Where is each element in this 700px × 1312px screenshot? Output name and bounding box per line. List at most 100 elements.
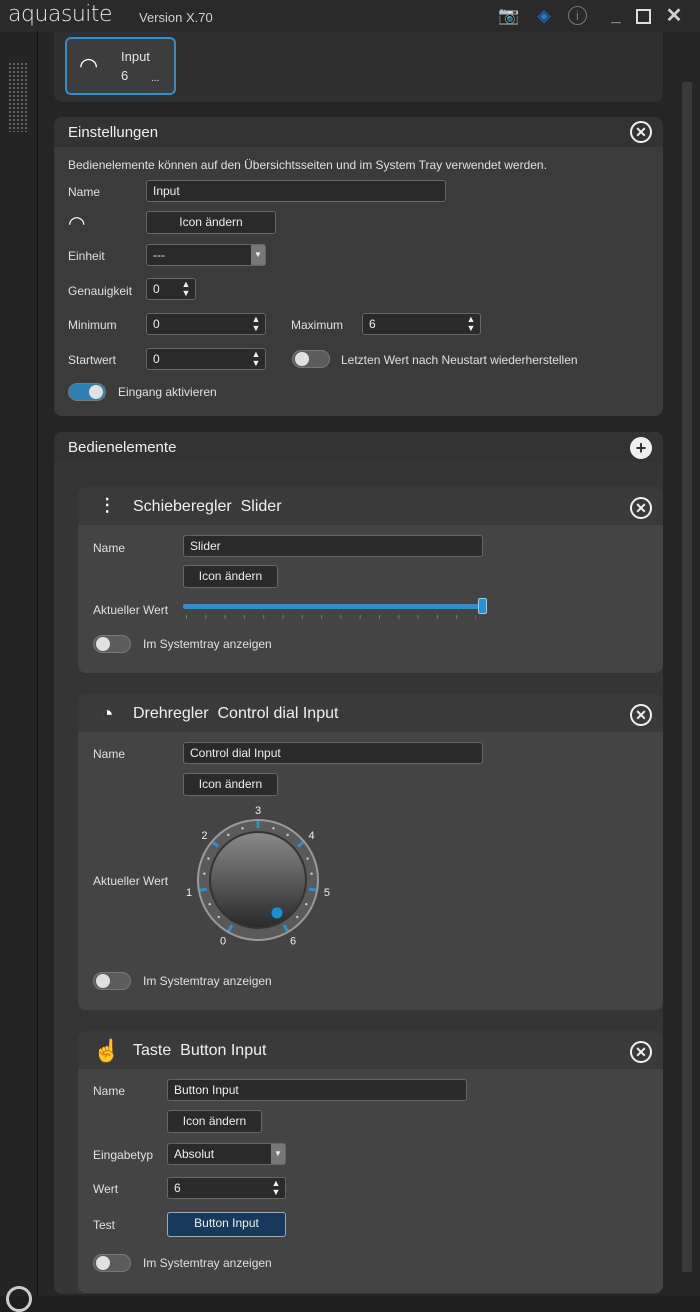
precision-label: Genauigkeit bbox=[68, 284, 133, 298]
dial-card: Drehregler Control dial Input ◔ ✕ Name C… bbox=[78, 694, 663, 1010]
remove-slider-icon[interactable]: ✕ bbox=[630, 497, 652, 519]
slider-fill bbox=[183, 604, 483, 609]
minimum-value: 0 bbox=[153, 317, 160, 331]
dial-name-label: Name bbox=[93, 747, 126, 761]
remove-dial-icon[interactable]: ✕ bbox=[630, 704, 652, 726]
dial-change-icon-button[interactable]: Icon ändern bbox=[183, 773, 278, 796]
tile-value: 6 bbox=[121, 68, 129, 83]
dial-minor-tick bbox=[305, 903, 308, 906]
dial-minor-tick bbox=[227, 833, 230, 837]
unit-label: Einheit bbox=[68, 249, 105, 263]
spinner-arrows-icon[interactable]: ▲ ▼ bbox=[250, 315, 262, 333]
close-settings-icon[interactable]: ✕ bbox=[630, 121, 652, 143]
dial-minor-tick bbox=[208, 903, 211, 906]
slider-name-input[interactable]: Slider bbox=[183, 535, 483, 557]
start-value: 0 bbox=[153, 352, 160, 366]
slider-tray-toggle[interactable] bbox=[93, 635, 131, 653]
test-label: Test bbox=[93, 1218, 116, 1232]
dial-tick-label: 2 bbox=[201, 830, 207, 842]
dial-minor-tick bbox=[217, 915, 220, 919]
button-title: Button Input bbox=[180, 1042, 267, 1059]
tile-more[interactable]: ... bbox=[151, 73, 159, 84]
close-window-icon[interactable]: ✕ bbox=[664, 6, 684, 26]
button-value: 6 bbox=[174, 1181, 181, 1195]
button-tray-label: Im Systemtray anzeigen bbox=[143, 1256, 272, 1270]
precision-stepper[interactable]: 0 ▲ ▼ bbox=[146, 278, 196, 300]
maximum-stepper[interactable]: 6 ▲ ▼ bbox=[362, 313, 481, 335]
layers-icon[interactable]: ◈ bbox=[534, 6, 554, 26]
button-tray-toggle[interactable] bbox=[93, 1254, 131, 1272]
button-value-label: Wert bbox=[93, 1182, 119, 1196]
slider-track[interactable] bbox=[183, 598, 487, 619]
dial-tick-label: 1 bbox=[186, 887, 192, 899]
info-icon[interactable]: i bbox=[568, 6, 587, 25]
button-header: Taste Button Input bbox=[78, 1031, 663, 1069]
minimize-icon[interactable]: _ bbox=[606, 6, 626, 26]
dial-minor-tick bbox=[272, 827, 275, 830]
start-value-label: Startwert bbox=[68, 353, 117, 367]
enable-input-toggle[interactable] bbox=[68, 383, 106, 401]
name-input[interactable]: Input bbox=[146, 180, 446, 202]
button-value-stepper[interactable]: 6 ▲ ▼ bbox=[167, 1177, 286, 1199]
dial-name-input[interactable]: Control dial Input bbox=[183, 742, 483, 764]
spinner-arrows-icon[interactable]: ▲ ▼ bbox=[465, 315, 477, 333]
change-icon-button[interactable]: Icon ändern bbox=[146, 211, 276, 234]
maximum-value: 6 bbox=[369, 317, 376, 331]
test-button[interactable]: Button Input bbox=[167, 1212, 286, 1237]
input-tile[interactable]: ◠ Input 6 ... bbox=[65, 37, 176, 95]
button-change-icon-button[interactable]: Icon ändern bbox=[167, 1110, 262, 1133]
start-value-stepper[interactable]: 0 ▲ ▼ bbox=[146, 348, 266, 370]
dial-type: Drehregler bbox=[133, 705, 209, 722]
settings-title: Einstellungen bbox=[54, 117, 663, 147]
add-control-icon[interactable]: + bbox=[630, 437, 652, 459]
dial-minor-tick bbox=[296, 915, 299, 919]
minimum-stepper[interactable]: 0 ▲ ▼ bbox=[146, 313, 266, 335]
minimum-label: Minimum bbox=[68, 318, 117, 332]
dial-tick-label: 0 bbox=[220, 936, 226, 948]
spinner-arrows-icon[interactable]: ▲ ▼ bbox=[270, 1179, 282, 1197]
dial-knob bbox=[209, 831, 307, 929]
dial-tray-toggle[interactable] bbox=[93, 972, 131, 990]
dial-major-tick bbox=[308, 887, 317, 892]
maximize-icon[interactable] bbox=[636, 9, 651, 24]
spinner-arrows-icon[interactable]: ▲ ▼ bbox=[180, 280, 192, 298]
slider-ticks bbox=[186, 615, 476, 619]
restore-label: Letzten Wert nach Neustart wiederherstel… bbox=[341, 353, 578, 367]
slider-tray-label: Im Systemtray anzeigen bbox=[143, 637, 272, 651]
sidebar-grip[interactable] bbox=[8, 62, 28, 132]
restore-toggle[interactable] bbox=[292, 350, 330, 368]
button-name-input[interactable]: Button Input bbox=[167, 1079, 467, 1101]
dial-minor-tick bbox=[286, 833, 289, 837]
dial-major-tick bbox=[199, 887, 208, 892]
maximum-label: Maximum bbox=[291, 318, 344, 332]
input-type-label: Eingabetyp bbox=[93, 1148, 154, 1162]
slider-thumb[interactable] bbox=[478, 598, 487, 614]
slider-header: Schieberegler Slider bbox=[78, 487, 663, 525]
spinner-arrows-icon[interactable]: ▲ ▼ bbox=[250, 350, 262, 368]
unit-value: --- bbox=[153, 248, 165, 262]
title-bar: aquasuite Version X.70 📷 ◈ i _ ✕ bbox=[0, 0, 700, 32]
control-dial[interactable]: 0 1 2 3 4 5 6 bbox=[178, 800, 338, 950]
button-type: Taste bbox=[133, 1042, 172, 1059]
screenshot-camera-icon[interactable]: 📷 bbox=[498, 6, 519, 26]
precision-value: 0 bbox=[153, 282, 160, 296]
input-type-select[interactable]: Absolut ▼ bbox=[167, 1143, 286, 1165]
dial-indicator bbox=[271, 907, 283, 919]
dial-tick-label: 4 bbox=[309, 830, 315, 842]
button-name-label: Name bbox=[93, 1084, 126, 1098]
touch-button-icon: ☝ bbox=[93, 1038, 121, 1063]
dial-title: Control dial Input bbox=[217, 705, 339, 722]
unit-select[interactable]: --- ▼ bbox=[146, 244, 266, 266]
settings-description: Bedienelemente können auf den Übersichts… bbox=[68, 158, 547, 172]
settings-panel: Einstellungen ✕ Bedienelemente können au… bbox=[54, 117, 663, 416]
chevron-down-icon: ▼ bbox=[251, 245, 265, 265]
scrollbar[interactable] bbox=[682, 82, 692, 1272]
slider-change-icon-button[interactable]: Icon ändern bbox=[183, 565, 278, 588]
slider-value-label: Aktueller Wert bbox=[93, 603, 169, 617]
tile-panel: ◠ Input 6 ... bbox=[54, 32, 663, 102]
remove-button-icon[interactable]: ✕ bbox=[630, 1041, 652, 1063]
dial-value-label: Aktueller Wert bbox=[93, 874, 169, 888]
slider-title: Slider bbox=[240, 498, 282, 515]
dial-minor-tick bbox=[310, 872, 313, 875]
sidebar: aquacomputer bbox=[0, 32, 77, 1312]
